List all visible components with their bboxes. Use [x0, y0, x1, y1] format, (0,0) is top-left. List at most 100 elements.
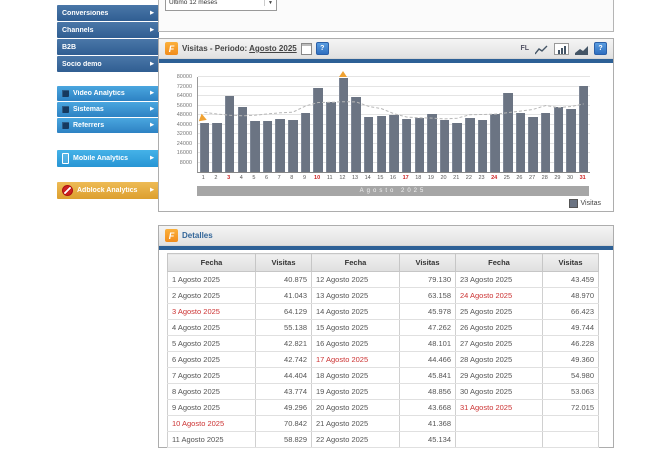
visitas-cell: 43.459	[543, 272, 599, 288]
fecha-cell: 25 Agosto 2025	[456, 304, 543, 320]
video-icon	[62, 90, 69, 97]
fecha-cell: 11 Agosto 2025	[168, 432, 256, 448]
bar-day-25	[503, 93, 513, 172]
x-tick-label-6: 6	[260, 175, 273, 181]
x-tick-label-5: 5	[248, 175, 261, 181]
fecha-cell: 30 Agosto 2025	[456, 384, 543, 400]
sidebar-item-referrers[interactable]: Referrers▶	[57, 118, 159, 133]
sidebar-group-0: Conversiones▶Channels▶B2BSocio demo▶	[57, 5, 159, 73]
period-select[interactable]: Último 12 meses ▼	[165, 0, 277, 11]
chevron-down-icon: ▼	[264, 0, 273, 6]
fecha-cell: 26 Agosto 2025	[456, 320, 543, 336]
gridline	[198, 95, 590, 96]
chart-help-icon[interactable]: ?	[594, 42, 607, 55]
x-tick-label-30: 30	[564, 175, 577, 181]
visitas-cell: 64.129	[256, 304, 312, 320]
header-row: FechaVisitasFechaVisitasFechaVisitas	[168, 254, 599, 272]
x-tick-label-26: 26	[513, 175, 526, 181]
brand-f-icon: F	[165, 42, 178, 55]
gridline	[198, 86, 590, 87]
sidebar-item-channels[interactable]: Channels▶	[57, 22, 159, 38]
fecha-cell: 9 Agosto 2025	[168, 400, 256, 416]
visitas-cell: 48.856	[400, 384, 456, 400]
x-tick-label-24: 24	[488, 175, 501, 181]
table-row: 3 Agosto 202564.12914 Agosto 202545.9782…	[168, 304, 599, 320]
calendar-icon[interactable]	[301, 43, 312, 55]
chevron-right-icon: ▶	[150, 62, 154, 67]
help-icon[interactable]: ?	[316, 42, 329, 55]
table-row: 2 Agosto 202541.04313 Agosto 202563.1582…	[168, 288, 599, 304]
sidebar-item-mobile-analytics[interactable]: Mobile Analytics▶	[57, 150, 159, 167]
legend-swatch-icon	[569, 199, 578, 208]
visitas-cell: 42.742	[256, 352, 312, 368]
systems-icon	[62, 106, 69, 113]
sidebar-item-label: Channels	[62, 27, 147, 34]
column-header: Visitas	[400, 254, 456, 272]
fecha-cell: 29 Agosto 2025	[456, 368, 543, 384]
x-tick-label-25: 25	[500, 175, 513, 181]
bar-day-22	[465, 118, 475, 172]
bar-day-5	[250, 121, 260, 172]
filter-panel: Último 12 meses ▼	[158, 0, 614, 32]
gridline	[198, 76, 590, 77]
x-tick-label-12: 12	[336, 175, 349, 181]
x-axis: 1234567891011121314151617181920212223242…	[197, 175, 589, 183]
x-tick-label-22: 22	[463, 175, 476, 181]
column-header: Visitas	[543, 254, 599, 272]
visitas-cell: 49.360	[543, 352, 599, 368]
x-tick-label-17: 17	[399, 175, 412, 181]
visitas-cell: 44.404	[256, 368, 312, 384]
table-row: 7 Agosto 202544.40418 Agosto 202545.8412…	[168, 368, 599, 384]
bar-day-19	[427, 114, 437, 172]
fl-button[interactable]: FL	[520, 45, 529, 52]
x-tick-label-3: 3	[222, 175, 235, 181]
gridline	[198, 105, 590, 106]
fecha-cell: 21 Agosto 2025	[312, 416, 400, 432]
x-tick-label-10: 10	[311, 175, 324, 181]
sidebar-item-label: Referrers	[73, 122, 147, 129]
table-row: 8 Agosto 202543.77419 Agosto 202548.8563…	[168, 384, 599, 400]
period-link[interactable]: Agosto 2025	[249, 44, 297, 53]
fecha-cell: 15 Agosto 2025	[312, 320, 400, 336]
table-row: 5 Agosto 202542.82116 Agosto 202548.1012…	[168, 336, 599, 352]
bar-day-1	[200, 123, 210, 172]
bar-day-21	[452, 123, 462, 172]
chart-legend: Visitas	[569, 199, 602, 208]
chevron-right-icon: ▶	[150, 188, 154, 193]
sidebar: Conversiones▶Channels▶B2BSocio demo▶Vide…	[57, 0, 161, 220]
table-row: 11 Agosto 202558.82922 Agosto 202545.134	[168, 432, 599, 448]
peak-marker-icon	[339, 71, 347, 77]
x-tick-label-11: 11	[323, 175, 336, 181]
bar-day-24	[490, 114, 500, 172]
chevron-right-icon: ▶	[150, 107, 154, 112]
x-tick-label-19: 19	[425, 175, 438, 181]
bar-day-23	[478, 120, 488, 172]
column-header: Fecha	[456, 254, 543, 272]
sidebar-item-b2b[interactable]: B2B	[57, 39, 159, 55]
table-row: 4 Agosto 202555.13815 Agosto 202547.2622…	[168, 320, 599, 336]
sidebar-item-label: Mobile Analytics	[73, 155, 147, 162]
fecha-cell: 7 Agosto 2025	[168, 368, 256, 384]
bar-day-4	[238, 107, 248, 172]
sidebar-item-label: Socio demo	[62, 61, 147, 68]
visitas-cell: 54.980	[543, 368, 599, 384]
fecha-cell: 31 Agosto 2025	[456, 400, 543, 416]
sidebar-item-adblock-analytics[interactable]: Adblock Analytics▶	[57, 182, 159, 199]
sidebar-item-sistemas[interactable]: Sistemas▶	[57, 102, 159, 117]
sidebar-group-2: Mobile Analytics▶	[57, 150, 159, 168]
visitas-cell: 46.228	[543, 336, 599, 352]
column-header: Fecha	[168, 254, 256, 272]
sidebar-item-video-analytics[interactable]: Video Analytics▶	[57, 86, 159, 101]
fecha-cell: 20 Agosto 2025	[312, 400, 400, 416]
bar-chart-icon[interactable]	[554, 43, 569, 55]
bar-day-20	[440, 120, 450, 172]
area-chart-icon[interactable]	[574, 43, 589, 55]
bar-day-18	[415, 118, 425, 172]
y-tick-label: 56000	[177, 103, 192, 109]
visitas-cell	[543, 416, 599, 432]
line-chart-icon[interactable]	[534, 43, 549, 55]
sidebar-group-1: Video Analytics▶Sistemas▶Referrers▶	[57, 86, 159, 134]
fecha-cell: 1 Agosto 2025	[168, 272, 256, 288]
sidebar-item-conversiones[interactable]: Conversiones▶	[57, 5, 159, 21]
sidebar-item-socio-demo[interactable]: Socio demo▶	[57, 56, 159, 72]
